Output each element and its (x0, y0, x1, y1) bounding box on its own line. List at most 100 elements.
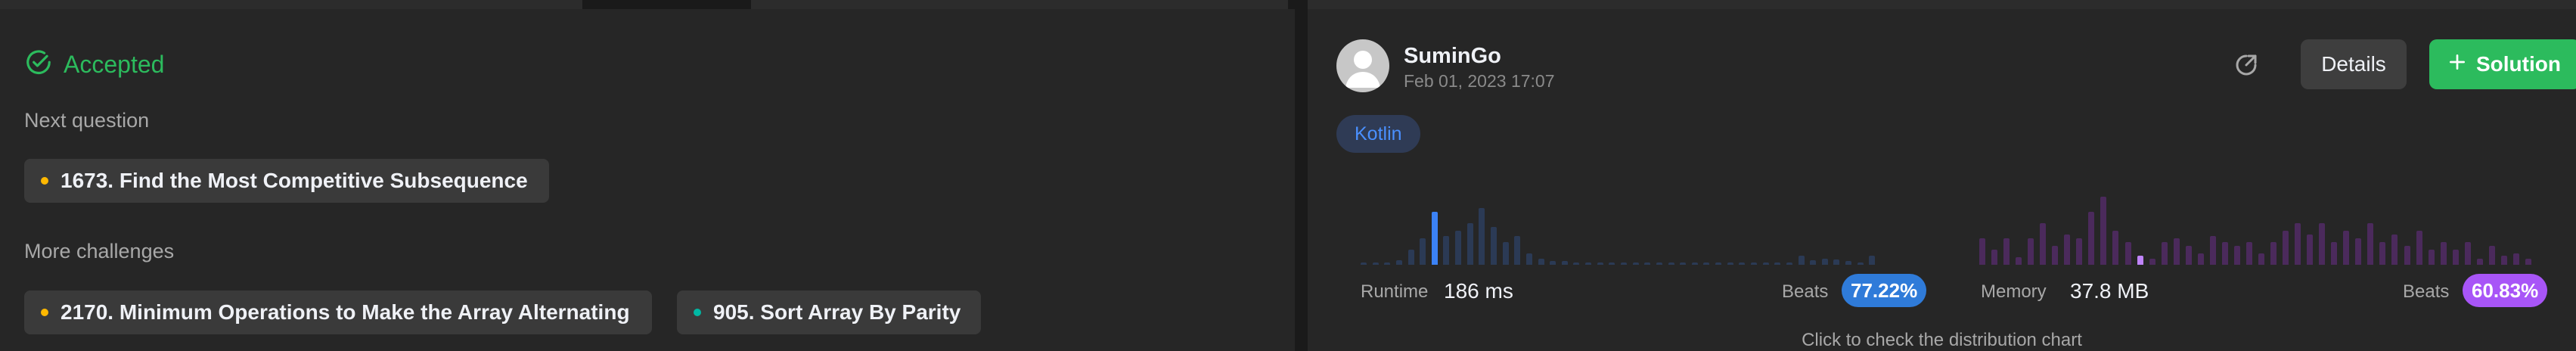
distribution-bar[interactable] (2416, 231, 2422, 265)
distribution-bar[interactable] (1466, 223, 1473, 265)
distribution-bar[interactable] (1727, 262, 1733, 265)
distribution-bar[interactable] (1550, 261, 1556, 265)
distribution-bar[interactable] (2052, 246, 2059, 265)
challenge-item[interactable]: 2170. Minimum Operations to Make the Arr… (24, 290, 652, 334)
distribution-bar[interactable] (2440, 242, 2447, 265)
solution-button[interactable]: Solution (2429, 39, 2576, 89)
distribution-bar[interactable] (2112, 231, 2119, 265)
avatar[interactable] (1336, 39, 1389, 92)
distribution-bar[interactable] (2040, 223, 2047, 265)
distribution-bar[interactable] (1774, 262, 1781, 265)
distribution-bar[interactable] (2137, 256, 2143, 265)
details-button[interactable]: Details (2301, 39, 2407, 89)
distribution-bar[interactable] (2355, 238, 2362, 265)
challenge-item[interactable]: 905. Sort Array By Parity (677, 290, 981, 334)
runtime-distribution-chart[interactable] (1361, 189, 1881, 265)
distribution-bar[interactable] (2149, 259, 2155, 265)
distribution-bar[interactable] (1857, 262, 1864, 265)
distribution-bar[interactable] (2258, 253, 2264, 265)
distribution-bar[interactable] (2088, 212, 2095, 265)
distribution-bar[interactable] (1762, 262, 1769, 265)
distribution-bar[interactable] (1979, 238, 1985, 265)
distribution-bar[interactable] (1502, 242, 1509, 265)
distribution-bar[interactable] (1991, 250, 1998, 265)
share-icon[interactable] (2230, 48, 2263, 82)
distribution-bar[interactable] (2124, 242, 2131, 265)
distribution-bar[interactable] (2173, 238, 2180, 265)
distribution-bar[interactable] (2221, 242, 2228, 265)
distribution-bar[interactable] (1632, 262, 1639, 265)
next-question-item[interactable]: 1673. Find the Most Competitive Subseque… (24, 159, 549, 203)
distribution-bar[interactable] (1845, 261, 1852, 265)
distribution-bar[interactable] (1479, 208, 1485, 265)
distribution-bar[interactable] (2367, 223, 2374, 265)
distribution-bar[interactable] (1656, 262, 1662, 265)
distribution-bar[interactable] (1703, 262, 1710, 265)
distribution-bar[interactable] (2464, 242, 2471, 265)
distribution-bar[interactable] (2391, 235, 2398, 265)
distribution-bar[interactable] (2185, 246, 2192, 265)
distribution-bar[interactable] (1561, 261, 1568, 265)
distribution-bar[interactable] (2283, 231, 2289, 265)
distribution-bar[interactable] (2512, 253, 2519, 265)
distribution-bar[interactable] (2100, 197, 2107, 265)
distribution-bar[interactable] (1680, 262, 1687, 265)
distribution-bar[interactable] (2270, 242, 2277, 265)
distribution-bar[interactable] (2452, 250, 2459, 265)
distribution-bar[interactable] (1668, 262, 1674, 265)
distribution-bar[interactable] (1810, 260, 1817, 265)
distribution-bar[interactable] (1833, 259, 1840, 265)
distribution-bar[interactable] (2476, 259, 2483, 265)
distribution-bar[interactable] (2428, 250, 2435, 265)
distribution-bar[interactable] (1455, 231, 1462, 265)
memory-distribution-chart[interactable] (1979, 189, 2537, 265)
distribution-bar[interactable] (1869, 256, 1876, 265)
distribution-bar[interactable] (2525, 259, 2531, 265)
distribution-bar[interactable] (1751, 262, 1757, 265)
distribution-bar[interactable] (1621, 262, 1627, 265)
distribution-bar[interactable] (1372, 262, 1379, 265)
distribution-bar[interactable] (1715, 262, 1722, 265)
distribution-bar[interactable] (2295, 223, 2301, 265)
distribution-bar[interactable] (1644, 262, 1651, 265)
distribution-bar[interactable] (1514, 236, 1521, 265)
distribution-bar[interactable] (2500, 256, 2507, 265)
distribution-bar[interactable] (2307, 235, 2314, 265)
distribution-bar[interactable] (2076, 238, 2083, 265)
distribution-bar[interactable] (1443, 236, 1450, 265)
distribution-hint[interactable]: Click to check the distribution chart (1308, 330, 2576, 351)
distribution-bar[interactable] (1420, 238, 1426, 265)
distribution-bar[interactable] (2197, 253, 2204, 265)
distribution-bar[interactable] (1786, 262, 1792, 265)
distribution-bar[interactable] (2161, 242, 2168, 265)
distribution-bar[interactable] (2343, 231, 2350, 265)
distribution-bar[interactable] (2319, 223, 2326, 265)
distribution-bar[interactable] (2379, 242, 2386, 265)
distribution-bar[interactable] (1407, 250, 1414, 265)
distribution-bar[interactable] (2209, 236, 2216, 265)
distribution-bar[interactable] (1538, 259, 1544, 265)
distribution-bar[interactable] (2488, 246, 2495, 265)
username[interactable]: SuminGo (1404, 44, 1501, 69)
distribution-bar[interactable] (1361, 262, 1367, 265)
distribution-bar[interactable] (1739, 262, 1746, 265)
distribution-bar[interactable] (2003, 238, 2010, 265)
distribution-bar[interactable] (2064, 235, 2071, 265)
distribution-bar[interactable] (2233, 246, 2240, 265)
distribution-bar[interactable] (1491, 227, 1497, 265)
distribution-bar[interactable] (1384, 262, 1391, 265)
distribution-bar[interactable] (2404, 246, 2410, 265)
distribution-bar[interactable] (1395, 260, 1402, 265)
distribution-bar[interactable] (2016, 257, 2022, 265)
distribution-bar[interactable] (1573, 262, 1580, 265)
distribution-bar[interactable] (2331, 242, 2338, 265)
distribution-bar[interactable] (1585, 262, 1592, 265)
distribution-bar[interactable] (2028, 238, 2034, 265)
distribution-bar[interactable] (1431, 212, 1438, 265)
distribution-bar[interactable] (1691, 262, 1698, 265)
distribution-bar[interactable] (1821, 259, 1828, 265)
distribution-bar[interactable] (2245, 242, 2252, 265)
distribution-bar[interactable] (1798, 256, 1805, 265)
distribution-bar[interactable] (1525, 253, 1532, 265)
distribution-bar[interactable] (1609, 262, 1615, 265)
